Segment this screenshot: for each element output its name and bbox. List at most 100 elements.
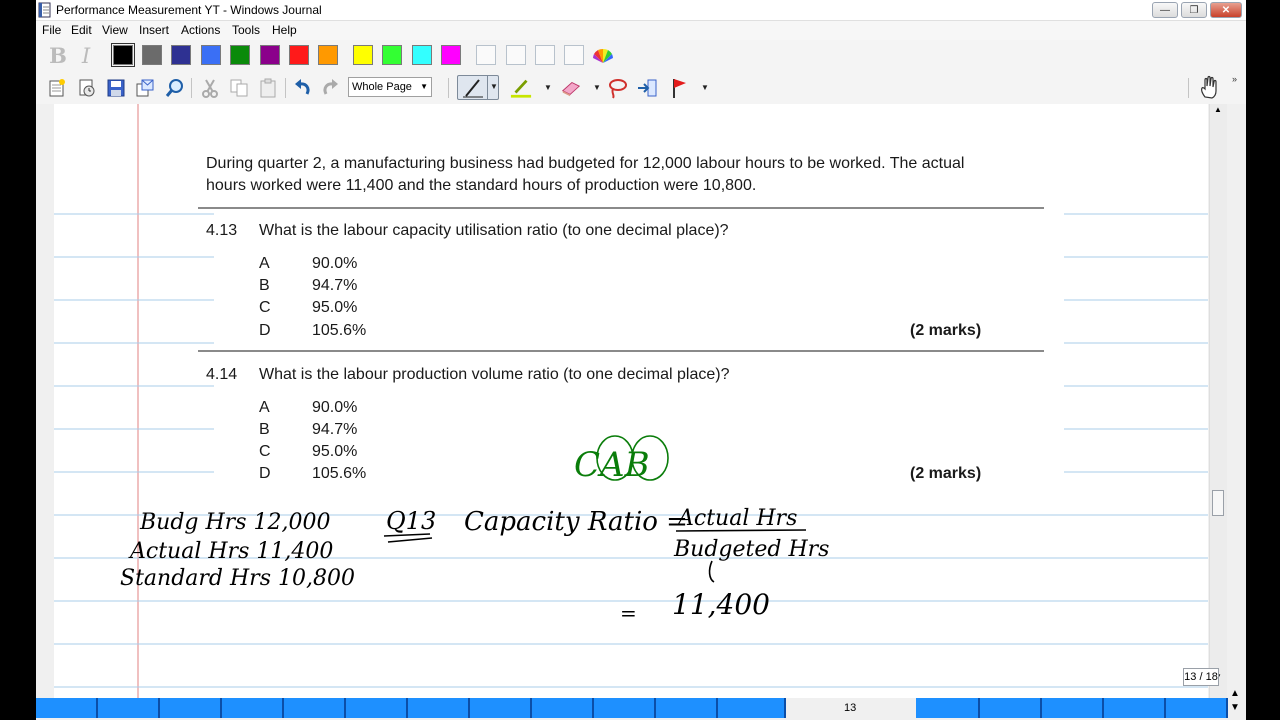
pen-color-black[interactable] bbox=[111, 43, 135, 67]
insert-space-button[interactable] bbox=[636, 76, 658, 100]
highlighter-button[interactable] bbox=[510, 76, 532, 100]
page-down-icon[interactable]: ▼ bbox=[1230, 702, 1240, 713]
copy-button[interactable] bbox=[228, 76, 250, 100]
page-tab[interactable] bbox=[718, 698, 786, 718]
open-file-icon bbox=[79, 79, 95, 97]
lasso-select-button[interactable] bbox=[607, 76, 629, 100]
italic-button[interactable]: I bbox=[76, 44, 96, 68]
main-toolbar: Whole Page ▼ ▼ ▼ ▼ ▼ » bbox=[36, 72, 1246, 105]
menu-edit[interactable]: Edit bbox=[71, 23, 92, 37]
page-tab[interactable] bbox=[980, 698, 1042, 718]
handwritten-question-ref: Q13 bbox=[386, 507, 436, 535]
current-page-number: 13 bbox=[844, 702, 857, 714]
undo-button[interactable] bbox=[291, 76, 313, 100]
menu-view[interactable]: View bbox=[102, 23, 128, 37]
scissors-icon bbox=[202, 79, 218, 98]
toolbar-separator bbox=[285, 78, 286, 98]
pen-color-magenta[interactable] bbox=[441, 45, 461, 65]
paste-button[interactable] bbox=[257, 76, 279, 100]
note-page[interactable]: During quarter 2, a manufacturing busine… bbox=[54, 104, 1208, 698]
chevron-down-icon[interactable]: ▼ bbox=[490, 82, 498, 91]
search-icon bbox=[165, 79, 183, 97]
pen-color-lime[interactable] bbox=[382, 45, 402, 65]
journal-app-icon bbox=[38, 2, 51, 18]
pen-color-purple[interactable] bbox=[260, 45, 280, 65]
menu-bar: File Edit View Insert Actions Tools Help bbox=[36, 21, 1246, 40]
flag-button[interactable] bbox=[668, 76, 690, 100]
new-note-button[interactable] bbox=[46, 76, 68, 100]
handwritten-note: Budg Hrs 12,000 bbox=[139, 510, 330, 535]
format-toolbar: B I bbox=[36, 40, 1246, 73]
page-tab[interactable] bbox=[160, 698, 222, 718]
chevron-down-icon[interactable]: ▼ bbox=[701, 83, 709, 92]
hand-icon[interactable] bbox=[1198, 75, 1222, 101]
vertical-scrollbar[interactable]: ▲ ▼ bbox=[1209, 104, 1227, 698]
menu-help[interactable]: Help bbox=[272, 23, 297, 37]
page-tab[interactable] bbox=[284, 698, 346, 718]
page-tab[interactable] bbox=[346, 698, 408, 718]
page-tab[interactable] bbox=[916, 698, 980, 718]
zoom-select[interactable]: Whole Page ▼ bbox=[348, 77, 432, 97]
find-button[interactable] bbox=[164, 76, 186, 100]
menu-insert[interactable]: Insert bbox=[139, 23, 169, 37]
redo-button[interactable] bbox=[320, 76, 342, 100]
clipboard-icon bbox=[260, 78, 276, 98]
page-tab[interactable] bbox=[36, 698, 98, 718]
scroll-thumb[interactable] bbox=[1212, 490, 1224, 516]
pen-color-gray[interactable] bbox=[142, 45, 162, 65]
page-tab[interactable] bbox=[408, 698, 470, 718]
page-tab[interactable] bbox=[1042, 698, 1104, 718]
restore-button[interactable]: ❐ bbox=[1181, 2, 1207, 18]
pen-tool-button[interactable]: ▼ bbox=[457, 75, 499, 100]
page-tab[interactable] bbox=[656, 698, 718, 718]
page-up-icon[interactable]: ▲ bbox=[1230, 688, 1240, 699]
send-to-mail-button[interactable] bbox=[134, 76, 156, 100]
close-button[interactable]: ✕ bbox=[1210, 2, 1242, 18]
page-tab[interactable] bbox=[98, 698, 160, 718]
menu-file[interactable]: File bbox=[42, 23, 61, 37]
pen-color-blue[interactable] bbox=[201, 45, 221, 65]
title-bar: Performance Measurement YT - Windows Jou… bbox=[36, 0, 1246, 21]
page-tab[interactable] bbox=[470, 698, 532, 718]
page-tab[interactable] bbox=[594, 698, 656, 718]
minimize-icon: — bbox=[1160, 5, 1170, 16]
custom-color-slot-1[interactable] bbox=[476, 45, 496, 65]
chevron-down-icon[interactable]: ▼ bbox=[593, 83, 601, 92]
save-icon bbox=[107, 79, 125, 97]
chevron-down-icon: ▼ bbox=[420, 82, 428, 91]
pen-color-cyan[interactable] bbox=[412, 45, 432, 65]
page-tab[interactable] bbox=[1104, 698, 1166, 718]
pen-color-orange[interactable] bbox=[318, 45, 338, 65]
toolbar-separator bbox=[191, 78, 192, 98]
eraser-button[interactable] bbox=[560, 76, 582, 100]
custom-color-slot-2[interactable] bbox=[506, 45, 526, 65]
menu-tools[interactable]: Tools bbox=[232, 23, 260, 37]
pen-color-green[interactable] bbox=[230, 45, 250, 65]
bold-button[interactable]: B bbox=[48, 44, 68, 68]
insert-space-icon bbox=[638, 79, 657, 97]
custom-color-slot-4[interactable] bbox=[564, 45, 584, 65]
minimize-button[interactable]: — bbox=[1152, 2, 1178, 18]
window-title: Performance Measurement YT - Windows Jou… bbox=[56, 3, 322, 17]
cut-button[interactable] bbox=[199, 76, 221, 100]
underline-stroke bbox=[387, 537, 433, 543]
color-wheel-button[interactable] bbox=[592, 44, 614, 68]
page-tab[interactable] bbox=[1166, 698, 1228, 718]
workspace: During quarter 2, a manufacturing busine… bbox=[36, 104, 1246, 698]
menu-actions[interactable]: Actions bbox=[181, 23, 220, 37]
scroll-up-icon[interactable]: ▲ bbox=[1214, 105, 1222, 114]
handwritten-note: Standard Hrs 10,800 bbox=[120, 566, 355, 591]
toolbar-overflow-icon[interactable]: » bbox=[1232, 74, 1237, 84]
app-window: Performance Measurement YT - Windows Jou… bbox=[36, 0, 1246, 720]
pen-color-red[interactable] bbox=[289, 45, 309, 65]
pen-color-yellow[interactable] bbox=[353, 45, 373, 65]
redo-icon bbox=[323, 79, 338, 95]
page-tab[interactable] bbox=[222, 698, 284, 718]
save-button[interactable] bbox=[105, 76, 127, 100]
open-button[interactable] bbox=[76, 76, 98, 100]
chevron-down-icon[interactable]: ▼ bbox=[544, 83, 552, 92]
page-tab[interactable] bbox=[532, 698, 594, 718]
ink-layer: Budg Hrs 12,000 Actual Hrs 11,400 Standa… bbox=[120, 435, 829, 625]
pen-color-navy[interactable] bbox=[171, 45, 191, 65]
custom-color-slot-3[interactable] bbox=[535, 45, 555, 65]
